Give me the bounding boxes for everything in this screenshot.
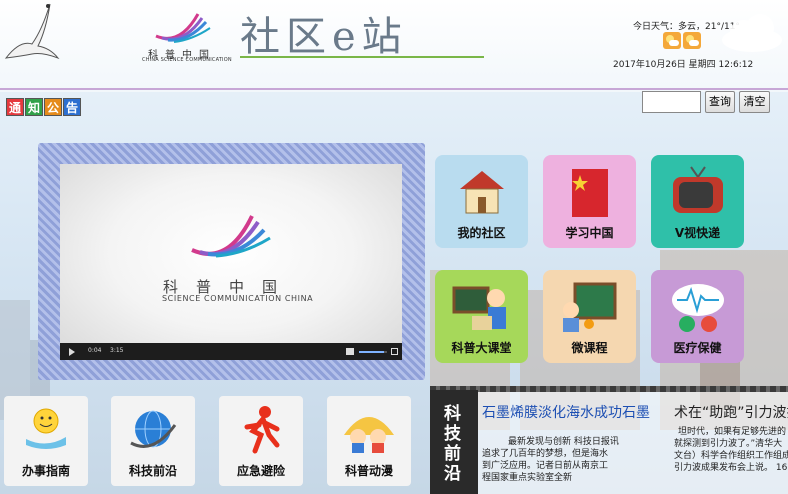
site-title: 社区e站 bbox=[240, 14, 408, 60]
tile-label: 医疗保健 bbox=[673, 341, 722, 355]
weather-icons bbox=[663, 32, 701, 49]
badge-char: 沿 bbox=[444, 464, 461, 484]
header-divider bbox=[0, 88, 788, 90]
tile-label: 应急避险 bbox=[236, 464, 285, 478]
tile-label: 我的社区 bbox=[457, 226, 506, 240]
notice-char: 告 bbox=[63, 98, 81, 116]
tile-label: 微课程 bbox=[571, 341, 608, 355]
play-icon[interactable] bbox=[69, 348, 75, 356]
tile-science-classroom[interactable]: 科普大课堂 bbox=[435, 270, 528, 363]
cloud-icon bbox=[722, 14, 782, 52]
flag-book-icon bbox=[571, 169, 608, 217]
tile-v-express[interactable]: V视快递 bbox=[651, 155, 744, 248]
partly-cloudy-icon bbox=[683, 32, 701, 49]
classroom-icon bbox=[452, 286, 506, 330]
globe-icon bbox=[130, 410, 177, 448]
badge-char: 技 bbox=[444, 424, 461, 444]
tile-label: 科普大课堂 bbox=[451, 341, 512, 355]
query-button[interactable]: 查询 bbox=[705, 91, 735, 113]
fullscreen-icon[interactable] bbox=[391, 348, 398, 355]
tile-my-community[interactable]: 我的社区 bbox=[435, 155, 528, 248]
news-badge[interactable]: 科 技 前 沿 bbox=[430, 390, 478, 494]
microcourse-icon bbox=[562, 282, 616, 332]
tile-label: 办事指南 bbox=[21, 464, 70, 478]
kepu-logo-icon bbox=[155, 13, 211, 43]
tile-study-china[interactable]: 学习中国 bbox=[543, 155, 636, 248]
notice-char: 知 bbox=[25, 98, 43, 116]
duration: 3:15 bbox=[110, 347, 124, 354]
news-ticker[interactable]: 石墨烯膜淡化海水成功石墨 术在“助跑”引力波探测， 最新发现与创新 科技日报讯 … bbox=[478, 392, 788, 494]
notice-label[interactable]: 通知公告 bbox=[6, 98, 81, 116]
volume-level bbox=[359, 351, 385, 353]
running-man-icon bbox=[244, 406, 280, 454]
current-time: 0:04 bbox=[88, 347, 102, 354]
search-input[interactable] bbox=[642, 91, 701, 113]
tv-icon bbox=[672, 166, 723, 213]
datetime-text: 2017年10月26日 星期四 12:6:12 bbox=[613, 60, 754, 70]
video-logo-english: SCIENCE COMMUNICATION CHINA bbox=[162, 294, 314, 303]
logo-english-text: CHINA SCIENCE COMMUNICATION bbox=[142, 57, 232, 63]
tile-service-guide[interactable]: 办事指南 bbox=[4, 396, 88, 486]
video-controls: 0:04 3:15 bbox=[60, 343, 402, 360]
tile-tech-frontier[interactable]: 科技前沿 bbox=[111, 396, 195, 486]
news-headline[interactable]: 石墨烯膜淡化海水成功石墨 bbox=[482, 402, 650, 422]
header: 科普中国 CHINA SCIENCE COMMUNICATION 社区e站 今日… bbox=[0, 0, 788, 92]
badge-char: 科 bbox=[444, 404, 461, 424]
news-line: 程国家重点实验室全新 bbox=[482, 473, 573, 483]
tile-label: 学习中国 bbox=[565, 226, 614, 240]
notice-char: 公 bbox=[44, 98, 62, 116]
tile-label: 科普动漫 bbox=[344, 464, 393, 478]
notice-char: 通 bbox=[6, 98, 24, 116]
tile-micro-course[interactable]: 微课程 bbox=[543, 270, 636, 363]
cartoon-icon bbox=[344, 417, 394, 453]
kepu-logo-icon bbox=[191, 215, 271, 258]
title-underline bbox=[240, 56, 484, 58]
partly-cloudy-icon bbox=[663, 32, 681, 49]
house-icon bbox=[459, 171, 504, 214]
badge-char: 前 bbox=[444, 444, 461, 464]
clear-button[interactable]: 清空 bbox=[739, 91, 770, 113]
tile-health[interactable]: 医疗保健 bbox=[651, 270, 744, 363]
news-headline[interactable]: 术在“助跑”引力波探测， bbox=[674, 402, 788, 422]
volume-icon[interactable] bbox=[346, 348, 354, 355]
health-icon bbox=[671, 284, 724, 332]
tile-label: V视快递 bbox=[674, 226, 721, 240]
tile-emergency[interactable]: 应急避险 bbox=[219, 396, 303, 486]
volume-slider[interactable] bbox=[359, 351, 387, 353]
seagull-icon bbox=[4, 3, 60, 60]
tile-label: 科技前沿 bbox=[128, 464, 177, 478]
smile-hand-icon bbox=[26, 408, 66, 449]
tile-science-cartoon[interactable]: 科普动漫 bbox=[327, 396, 411, 486]
news-line: 引力波成果发布会上说。 16日 bbox=[674, 463, 788, 473]
